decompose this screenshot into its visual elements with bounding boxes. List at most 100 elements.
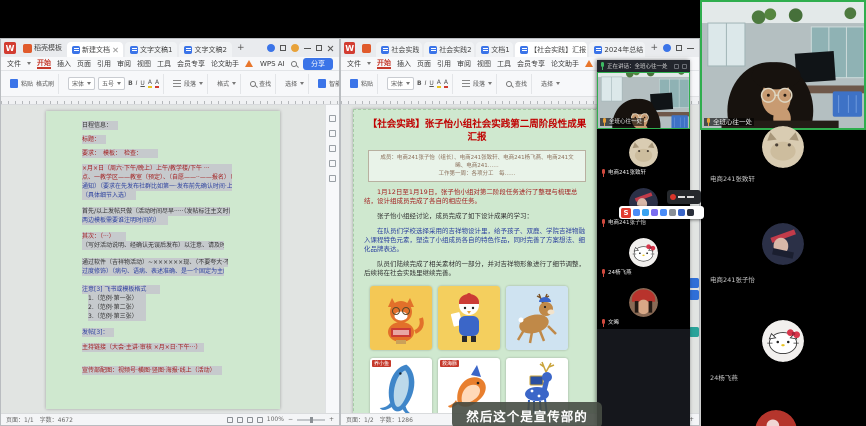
- select-button[interactable]: 选择: [541, 79, 553, 88]
- horizontal-ruler[interactable]: [1, 97, 339, 105]
- layout-icon[interactable]: [676, 45, 682, 51]
- video-tile-participant[interactable]: 24杨飞燕: [597, 229, 690, 279]
- menu-reference[interactable]: 引用: [437, 59, 451, 69]
- left-doc-canvas[interactable]: 日程信息： 标题： 要求： 模板： 检查： ×月×日（周六·下午/晚上）上午/教…: [1, 105, 325, 413]
- video-tile-participant[interactable]: 电商241张致轩: [597, 129, 690, 179]
- font-family-select[interactable]: 宋体: [387, 77, 414, 90]
- menu-tools[interactable]: 工具: [497, 59, 511, 69]
- find-button[interactable]: 查找: [515, 79, 527, 88]
- copilot-icon[interactable]: [663, 44, 671, 52]
- tab-document-3[interactable]: 文字文稿2: [179, 42, 231, 57]
- tab-document-2[interactable]: 文字文稿1: [125, 42, 177, 57]
- menu-home[interactable]: 开始: [37, 58, 51, 69]
- expand-icon[interactable]: [682, 64, 687, 69]
- minimize-icon[interactable]: [304, 48, 311, 49]
- layout-icon[interactable]: [280, 45, 286, 51]
- font-size-select[interactable]: 五号: [98, 77, 125, 90]
- italic-button[interactable]: I: [425, 80, 427, 87]
- find-button[interactable]: 查找: [259, 79, 271, 88]
- paste-icon[interactable]: [350, 79, 358, 88]
- menu-view[interactable]: 视图: [137, 59, 151, 69]
- wps-logo[interactable]: W: [4, 42, 16, 54]
- menu-paper-helper[interactable]: 论文助手: [551, 59, 579, 69]
- bold-button[interactable]: B: [417, 80, 422, 87]
- mic-icon[interactable]: [642, 209, 649, 216]
- tab-doc-3[interactable]: 文档1: [476, 42, 513, 57]
- docer-entry[interactable]: 稻壳模板: [20, 42, 65, 54]
- format-painter-label[interactable]: 格式刷: [36, 79, 54, 88]
- more-tools-icon[interactable]: [329, 175, 336, 182]
- properties-icon[interactable]: [329, 115, 336, 122]
- menu-page[interactable]: 页面: [77, 59, 91, 69]
- tab-doc-4[interactable]: 【社会实践】汇报: [515, 42, 587, 57]
- menu-insert[interactable]: 插入: [57, 59, 71, 69]
- menu-member[interactable]: 会员专享: [517, 59, 545, 69]
- keyboard-icon[interactable]: [633, 209, 640, 216]
- zoom-out-button[interactable]: −: [288, 416, 293, 423]
- toolbox-icon[interactable]: [687, 209, 694, 216]
- menu-insert[interactable]: 插入: [397, 59, 411, 69]
- video-tile-participant[interactable]: 电商241张子怡: [597, 179, 690, 229]
- video-tile-speaker[interactable]: 全班心往一处: [700, 0, 866, 130]
- wps-logo[interactable]: W: [344, 42, 355, 54]
- tab-doc-2[interactable]: 社会实践2: [424, 42, 474, 57]
- search-icon[interactable]: [291, 61, 297, 67]
- menu-reference[interactable]: 引用: [97, 59, 111, 69]
- collapse-icon[interactable]: [674, 64, 679, 69]
- underline-button[interactable]: U: [429, 80, 433, 87]
- select-button[interactable]: 选择: [285, 79, 297, 88]
- close-icon[interactable]: [327, 45, 334, 52]
- avatar[interactable]: [762, 223, 804, 265]
- maximize-icon[interactable]: [316, 45, 322, 51]
- highlight-color-button[interactable]: A: [148, 79, 152, 88]
- style-button[interactable]: 格式: [217, 79, 229, 88]
- copilot-icon[interactable]: [267, 44, 275, 52]
- mascot-running-deer-image[interactable]: [506, 286, 568, 350]
- tab-doc-1[interactable]: 社会实践: [376, 42, 422, 57]
- minimize-icon[interactable]: [687, 48, 694, 49]
- menu-home[interactable]: 开始: [377, 58, 391, 69]
- zoom-slider[interactable]: [297, 419, 325, 421]
- paste-icon[interactable]: [10, 79, 18, 88]
- menu-paper-helper[interactable]: 论文助手: [211, 59, 239, 69]
- new-tab-button[interactable]: +: [234, 43, 248, 53]
- font-color-button[interactable]: A: [444, 79, 448, 88]
- mascot-fox-reading-image[interactable]: [370, 286, 432, 350]
- tab-document-1[interactable]: 新建文档: [67, 42, 123, 57]
- menu-member[interactable]: 会员专享: [177, 59, 205, 69]
- help-icon[interactable]: [329, 160, 336, 167]
- cloud-icon[interactable]: [678, 209, 685, 216]
- menu-file[interactable]: 文件: [7, 59, 21, 69]
- video-tile-speaker[interactable]: 全班心往一处: [597, 72, 690, 129]
- highlight-color-button[interactable]: A: [437, 79, 441, 88]
- web-layout-icon[interactable]: [247, 417, 253, 423]
- plugin-icon[interactable]: [689, 278, 699, 288]
- menu-tools[interactable]: 工具: [157, 59, 171, 69]
- outline-view-icon[interactable]: [237, 417, 243, 423]
- share-button[interactable]: 分享: [303, 58, 333, 70]
- zoom-in-button[interactable]: +: [329, 416, 334, 423]
- docer-entry[interactable]: [359, 43, 374, 54]
- tab-doc-5[interactable]: 2024年总结: [589, 42, 645, 57]
- sogou-logo[interactable]: S: [621, 208, 631, 218]
- word-count[interactable]: 字数：1286: [380, 415, 413, 424]
- paste-label[interactable]: 粘贴: [361, 79, 373, 88]
- paste-label[interactable]: 粘贴: [21, 79, 33, 88]
- plugin-icon[interactable]: [689, 290, 699, 300]
- plugin-icon[interactable]: [689, 327, 699, 337]
- menu-review[interactable]: 审阅: [457, 59, 471, 69]
- smart-gov-doc-button[interactable]: 智能公文: [329, 79, 339, 88]
- member-icon[interactable]: [291, 44, 299, 52]
- left-doc-page[interactable]: 日程信息： 标题： 要求： 模板： 检查： ×月×日（周六·下午/晚上）上午/教…: [46, 111, 280, 409]
- navigation-icon[interactable]: [329, 145, 336, 152]
- menu-review[interactable]: 审阅: [117, 59, 131, 69]
- mid-doc-page[interactable]: 【社会实践】张子怡小组社会实践第二周阶段性成果汇报 成员：电商241张子怡（组长…: [353, 109, 601, 413]
- emoji-icon[interactable]: [651, 209, 658, 216]
- italic-button[interactable]: I: [136, 80, 138, 87]
- paragraph-button[interactable]: 段落: [473, 79, 485, 88]
- mascot-blue-whale-image[interactable]: 养小鱼: [370, 358, 432, 413]
- font-family-select[interactable]: 宋体: [68, 77, 95, 90]
- avatar[interactable]: [762, 126, 804, 168]
- menu-view[interactable]: 视图: [477, 59, 491, 69]
- skin-icon[interactable]: [660, 209, 667, 216]
